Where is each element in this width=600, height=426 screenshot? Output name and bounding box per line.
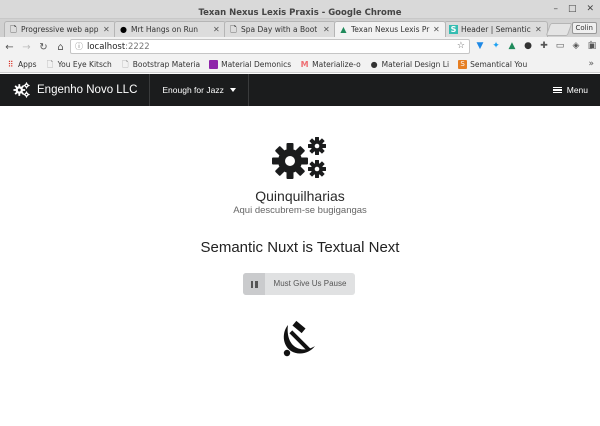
home-icon[interactable]: ⌂	[53, 40, 68, 55]
hamburger-icon	[552, 86, 562, 94]
bookmark-label: Material Design Li	[381, 60, 450, 69]
page-title: Quinquilharias	[255, 188, 345, 204]
bookmark-apps[interactable]: ⠿ Apps	[6, 60, 37, 69]
tab-close-icon[interactable]: ✕	[213, 25, 221, 34]
pause-button[interactable]: Must Give Us Pause	[243, 273, 355, 295]
nuxt-icon[interactable]: ▲	[506, 40, 518, 52]
browser-tab[interactable]: 🗋 Progressive web app ✕	[4, 21, 116, 37]
brand-name: Engenho Novo LLC	[37, 84, 138, 96]
close-icon[interactable]: ✕	[586, 4, 594, 15]
bookmarks-bar: ⠿ Apps 🗋 You Eye Kitsch 🗋 Bootstrap Mate…	[0, 57, 600, 73]
tab-label: Header | Semantic U	[461, 25, 532, 34]
bookmark-item[interactable]: 🗋 You Eye Kitsch	[46, 60, 112, 69]
reload-icon[interactable]: ↻	[36, 40, 51, 55]
window-controls: – □ ✕	[553, 4, 594, 15]
tab-close-icon[interactable]: ✕	[433, 25, 441, 34]
browser-tab[interactable]: 🗋 Spa Day with a Boot ✕	[224, 21, 336, 37]
hammer-sickle-icon	[283, 320, 315, 357]
forward-icon[interactable]: →	[19, 40, 34, 55]
github-icon[interactable]: ●	[522, 40, 534, 52]
address-url: localhost:2222	[87, 42, 150, 52]
browser-tab[interactable]: S Header | Semantic U ✕	[444, 21, 548, 37]
maximize-icon[interactable]: □	[568, 4, 577, 15]
page-icon: 🗋	[46, 60, 54, 69]
material-icon	[209, 60, 219, 69]
tab-close-icon[interactable]: ✕	[103, 25, 111, 34]
materialize-icon: M	[300, 60, 309, 69]
brand-link[interactable]: Engenho Novo LLC	[0, 74, 137, 106]
minimize-icon[interactable]: –	[553, 4, 558, 15]
profile-badge[interactable]: Colin	[571, 22, 597, 34]
tab-close-icon[interactable]: ✕	[323, 25, 331, 34]
apps-grid-icon: ⠿	[7, 60, 14, 69]
semantic-icon: S	[458, 60, 468, 69]
bookmark-item[interactable]: S Semantical You	[458, 60, 527, 69]
enough-for-jazz-dropdown[interactable]: Enough for Jazz	[150, 74, 247, 106]
tab-label: Spa Day with a Boot	[241, 25, 318, 34]
vue-devtools-icon[interactable]: ▼	[474, 40, 486, 52]
browser-toolbar: ← → ↻ ⌂ ⓘ localhost:2222 ☆ ▼ ✦ ▲ ● ✚ ▭ ◈…	[0, 37, 600, 57]
tab-label: Texan Nexus Lexis Pr	[351, 25, 430, 34]
bookmark-item[interactable]: Material Demonics	[209, 60, 291, 69]
caret-down-icon	[229, 88, 236, 92]
bookmark-item[interactable]: 🗋 Bootstrap Materia	[121, 60, 200, 69]
cast-icon[interactable]: ▭	[554, 40, 566, 52]
bookmark-star-icon[interactable]: ☆	[457, 41, 465, 51]
menu-label: Menu	[566, 85, 588, 95]
tab-label: Mrt Hangs on Run	[131, 25, 199, 34]
github-icon: ●	[120, 25, 127, 34]
main-content: Quinquilharias Aqui descubrem-se bugigan…	[0, 106, 600, 426]
page-icon: 🗋	[122, 60, 129, 69]
url-port: :2222	[125, 41, 150, 52]
window-titlebar: Texan Nexus Lexis Praxis - Google Chrome…	[0, 0, 600, 19]
back-icon[interactable]: ←	[2, 40, 17, 55]
window-title: Texan Nexus Lexis Praxis - Google Chrome	[198, 8, 402, 18]
bookmark-label: Semantical You	[470, 60, 528, 69]
tab-strip: 🗋 Progressive web app ✕ ● Mrt Hangs on R…	[0, 19, 600, 37]
page-subtitle: Aqui descubrem-se bugigangas	[233, 205, 367, 216]
address-bar[interactable]: ⓘ localhost:2222 ☆	[70, 39, 470, 54]
bookmark-item[interactable]: M Materialize-o	[300, 60, 361, 69]
puzzle-icon[interactable]: ✚	[538, 40, 550, 52]
info-icon[interactable]: ⓘ	[75, 41, 83, 52]
dropdown-label: Enough for Jazz	[162, 85, 224, 95]
menu-button[interactable]: Menu	[552, 74, 588, 106]
page-icon: 🗋	[230, 25, 237, 34]
url-host: localhost	[87, 41, 126, 52]
app-navbar: Engenho Novo LLC Enough for Jazz Menu	[0, 74, 600, 106]
gears-icon	[13, 82, 30, 98]
bookmark-label: Bootstrap Materia	[132, 60, 201, 69]
bookmark-label: Material Demonics	[221, 60, 292, 69]
navbar-divider	[247, 74, 249, 106]
extensions-row: ▼ ✦ ▲ ● ✚ ▭ ◈ ▣	[474, 40, 598, 52]
headline: Semantic Nuxt is Textual Next	[200, 239, 400, 256]
browser-menu-icon[interactable]: ⋮	[586, 40, 596, 52]
tab-label: Progressive web app	[21, 25, 99, 34]
tab-close-icon[interactable]: ✕	[535, 25, 543, 34]
semantic-icon: S	[449, 25, 458, 34]
bookmark-item[interactable]: ● Material Design Li	[370, 60, 449, 69]
new-tab-button[interactable]	[545, 23, 573, 36]
settings-gears-icon	[272, 137, 326, 179]
github-icon: ●	[370, 60, 378, 69]
bookmark-label: Apps	[18, 60, 37, 69]
shield-icon[interactable]: ◈	[570, 40, 582, 52]
pause-button-label: Must Give Us Pause	[273, 279, 347, 288]
browser-tab-active[interactable]: ▲ Texan Nexus Lexis Pr ✕	[334, 21, 446, 37]
bookmark-label: You Eye Kitsch	[57, 60, 112, 69]
pause-icon	[243, 273, 265, 295]
bookmarks-overflow-icon[interactable]: »	[588, 59, 594, 69]
page-icon: 🗋	[10, 25, 17, 34]
bookmark-label: Materialize-o	[312, 60, 361, 69]
twitter-icon[interactable]: ✦	[490, 40, 502, 52]
browser-tab[interactable]: ● Mrt Hangs on Run ✕	[114, 21, 226, 37]
nuxt-icon: ▲	[340, 25, 347, 34]
